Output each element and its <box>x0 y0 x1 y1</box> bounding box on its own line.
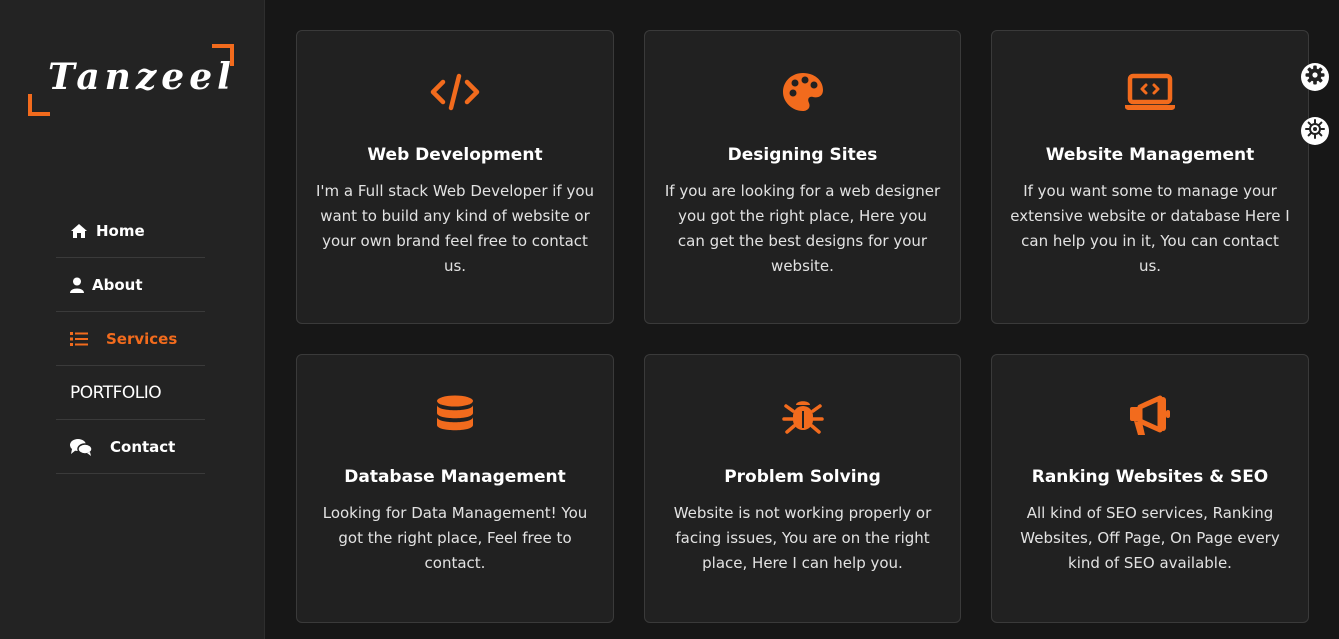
service-description: I'm a Full stack Web Developer if you wa… <box>315 182 595 275</box>
code-icon <box>297 71 613 113</box>
bug-icon <box>645 395 960 437</box>
nav-item-about[interactable]: About <box>56 258 205 312</box>
service-title: Database Management <box>344 467 566 487</box>
megaphone-icon <box>992 395 1308 437</box>
theme-toggle-button[interactable] <box>1301 117 1329 145</box>
settings-button[interactable] <box>1301 63 1329 91</box>
user-icon <box>70 277 92 293</box>
list-icon <box>70 331 106 346</box>
service-card-website-management[interactable]: Website Management If you want some to m… <box>991 30 1309 324</box>
nav-label-contact: Contact <box>110 437 176 456</box>
nav-label-about: About <box>92 275 143 294</box>
palette-icon <box>645 71 960 113</box>
laptop-code-icon <box>992 71 1308 113</box>
service-card-problem-solving[interactable]: Problem Solving Website is not working p… <box>644 354 961 623</box>
sidebar: Tanzeel Home About Services PORTFOLIO Co… <box>0 0 265 639</box>
service-description: If you are looking for a web designer yo… <box>664 182 941 275</box>
service-description: If you want some to manage your extensiv… <box>1010 182 1290 275</box>
logo-corner-bottom-left <box>28 94 50 116</box>
service-card-web-development[interactable]: Web Development I'm a Full stack Web Dev… <box>296 30 614 324</box>
nav-label-home: Home <box>96 221 145 240</box>
service-description: All kind of SEO services, Ranking Websit… <box>1020 504 1280 572</box>
services-grid: Web Development I'm a Full stack Web Dev… <box>296 30 1309 623</box>
service-card-ranking-seo[interactable]: Ranking Websites & SEO All kind of SEO s… <box>991 354 1309 623</box>
service-title: Web Development <box>367 145 543 165</box>
nav-item-portfolio[interactable]: PORTFOLIO <box>56 366 205 420</box>
gear-icon <box>1305 65 1325 89</box>
logo-text: Tanzeel <box>48 56 236 98</box>
service-title: Problem Solving <box>724 467 881 487</box>
nav-label-portfolio: PORTFOLIO <box>70 382 162 403</box>
nav-item-home[interactable]: Home <box>56 204 205 258</box>
service-description: Website is not working properly or facin… <box>673 504 932 572</box>
logo[interactable]: Tanzeel <box>28 44 234 116</box>
nav-item-contact[interactable]: Contact <box>56 420 205 474</box>
main-nav: Home About Services PORTFOLIO Contact <box>56 204 205 474</box>
service-title: Designing Sites <box>727 145 878 165</box>
service-card-database-management[interactable]: Database Management Looking for Data Man… <box>296 354 614 623</box>
service-title: Ranking Websites & SEO <box>1031 467 1269 487</box>
home-icon <box>70 223 96 239</box>
service-card-designing-sites[interactable]: Designing Sites If you are looking for a… <box>644 30 961 324</box>
theme-toggle-icon <box>1305 119 1325 143</box>
nav-label-services: Services <box>106 329 178 348</box>
nav-item-services[interactable]: Services <box>56 312 205 366</box>
chat-icon <box>70 438 110 456</box>
database-icon <box>297 395 613 437</box>
service-title: Website Management <box>1045 145 1255 165</box>
service-description: Looking for Data Management! You got the… <box>322 504 588 572</box>
